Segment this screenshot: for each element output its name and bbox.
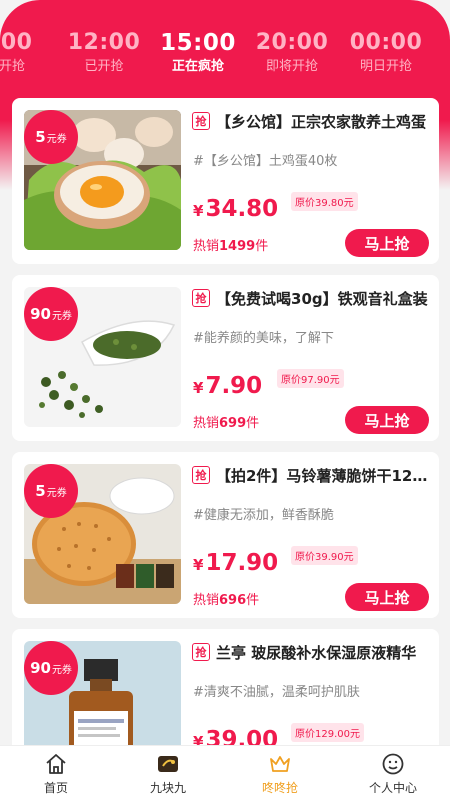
time-slot-active[interactable]: 15:00 正在疯抢 (148, 28, 248, 76)
sold-prefix: 热销 (193, 416, 220, 431)
coupon-amount: 90 (30, 305, 51, 323)
tab-label: 个人中心 (368, 781, 417, 795)
coupon-badge: 5 元券 (24, 110, 78, 164)
product-title[interactable]: 【乡公馆】正宗农家散养土鸡蛋 (216, 111, 426, 132)
nine-icon (158, 756, 178, 772)
price-value: 17.90 (205, 550, 279, 576)
currency-symbol: ¥ (193, 202, 204, 220)
slot-time: :00 (0, 30, 33, 55)
qiang-tag: 抢 (192, 466, 210, 484)
coupon-unit: 元券 (46, 133, 67, 145)
original-price: 原价39.90元 (291, 546, 358, 565)
time-slot[interactable]: 12:00 已开抢 (54, 28, 154, 76)
tab-label: 九块九 (149, 781, 186, 795)
coupon-badge: 90 元券 (24, 287, 78, 341)
buy-now-button[interactable]: 马上抢 (345, 406, 429, 434)
smile-icon (382, 753, 404, 775)
slot-status: 正在疯抢 (171, 59, 224, 74)
product-card[interactable]: 5 元券 抢 【乡公馆】正宗农家散养土鸡蛋 #【乡公馆】土鸡蛋40枚 ¥34.80… (12, 98, 439, 264)
sold-suffix: 件 (255, 239, 269, 254)
original-price: 原价39.80元 (291, 192, 358, 211)
slot-status: 已开抢 (84, 59, 124, 74)
sold-suffix: 件 (246, 416, 260, 431)
time-slot-bar: :00 开抢 12:00 已开抢 15:00 正在疯抢 20:00 即将开抢 0… (0, 28, 450, 88)
product-title-row: 抢 【乡公馆】正宗农家散养土鸡蛋 (192, 110, 432, 132)
currency-symbol: ¥ (193, 379, 204, 397)
slot-status: 开抢 (0, 59, 25, 74)
slot-time: 15:00 (160, 30, 236, 56)
product-card[interactable]: 90 元券 抢 【免费试喝30g】铁观音礼盒装 #能养颜的美味，了解下 ¥7.90… (12, 275, 439, 441)
original-price: 原价97.90元 (277, 369, 344, 388)
product-title-row: 抢 【免费试喝30g】铁观音礼盒装 (192, 287, 432, 309)
price: ¥34.80 (193, 196, 278, 222)
product-image-eggs[interactable]: 5 元券 (24, 110, 181, 250)
coupon-unit: 元券 (51, 664, 72, 676)
coupon-badge: 90 元券 (24, 641, 78, 695)
slot-time: 12:00 (67, 30, 141, 55)
price: ¥17.90 (193, 550, 278, 576)
product-card[interactable]: 5 元券 抢 【拍2件】马铃薯薄脆饼干120g #健康无添加，鲜香酥脆 ¥17.9… (12, 452, 439, 618)
product-desc: #清爽不油腻，温柔呵护肌肤 (193, 685, 360, 700)
sold-prefix: 热销 (193, 239, 220, 254)
coupon-unit: 元券 (51, 310, 72, 322)
sold-count: 热销696件 (193, 589, 259, 608)
time-slot[interactable]: 00:00 明日开抢 (336, 28, 436, 76)
slot-status: 明日开抢 (359, 59, 412, 74)
product-title[interactable]: 兰亭 玻尿酸补水保湿原液精华 (216, 642, 416, 663)
price-value: 34.80 (205, 196, 279, 222)
qiang-tag: 抢 (192, 643, 210, 661)
coupon-amount: 5 (35, 128, 46, 146)
time-slot[interactable]: :00 开抢 (0, 28, 62, 76)
tab-profile[interactable]: 个人中心 (337, 746, 449, 800)
tab-label: 首页 (43, 781, 68, 795)
product-title[interactable]: 【拍2件】马铃薯薄脆饼干120g (216, 465, 432, 486)
price-value: 7.90 (205, 373, 263, 399)
sold-count: 热销1499件 (193, 235, 268, 254)
coupon-unit: 元券 (46, 487, 67, 499)
sold-suffix: 件 (246, 593, 260, 608)
product-desc: #健康无添加，鲜香酥脆 (193, 508, 334, 523)
sold-prefix: 热销 (193, 593, 220, 608)
sold-number: 1499 (219, 239, 256, 254)
product-desc: #能养颜的美味，了解下 (193, 331, 334, 346)
home-icon (46, 754, 66, 774)
product-title[interactable]: 【免费试喝30g】铁观音礼盒装 (216, 288, 428, 309)
product-title-row: 抢 【拍2件】马铃薯薄脆饼干120g (192, 464, 432, 486)
sold-number: 696 (219, 593, 247, 608)
product-title-row: 抢 兰亭 玻尿酸补水保湿原液精华 (192, 641, 432, 663)
crown-icon (270, 756, 290, 772)
buy-now-button[interactable]: 马上抢 (345, 229, 429, 257)
slot-time: 20:00 (255, 30, 329, 55)
slot-status: 即将开抢 (265, 59, 318, 74)
product-image-crackers[interactable]: 5 元券 (24, 464, 181, 604)
sold-number: 699 (219, 416, 247, 431)
coupon-amount: 5 (35, 482, 46, 500)
coupon-badge: 5 元券 (24, 464, 78, 518)
product-desc: #【乡公馆】土鸡蛋40枚 (193, 154, 338, 169)
time-slot[interactable]: 20:00 即将开抢 (242, 28, 342, 76)
tab-label: 咚咚抢 (261, 781, 298, 795)
qiang-tag: 抢 (192, 289, 210, 307)
original-price: 原价129.00元 (291, 723, 364, 742)
bottom-tab-bar: 首页 九块九 咚咚抢 个人中心 (0, 745, 450, 800)
qiang-tag: 抢 (192, 112, 210, 130)
slot-time: 00:00 (349, 30, 423, 55)
tab-nine[interactable]: 九块九 (112, 746, 224, 800)
price: ¥7.90 (193, 373, 262, 399)
tab-home[interactable]: 首页 (0, 746, 112, 800)
buy-now-button[interactable]: 马上抢 (345, 583, 429, 611)
tab-dongdongqiang[interactable]: 咚咚抢 (224, 746, 336, 800)
coupon-amount: 90 (30, 659, 51, 677)
sold-count: 热销699件 (193, 412, 259, 431)
product-image-tea[interactable]: 90 元券 (24, 287, 181, 427)
currency-symbol: ¥ (193, 556, 204, 574)
